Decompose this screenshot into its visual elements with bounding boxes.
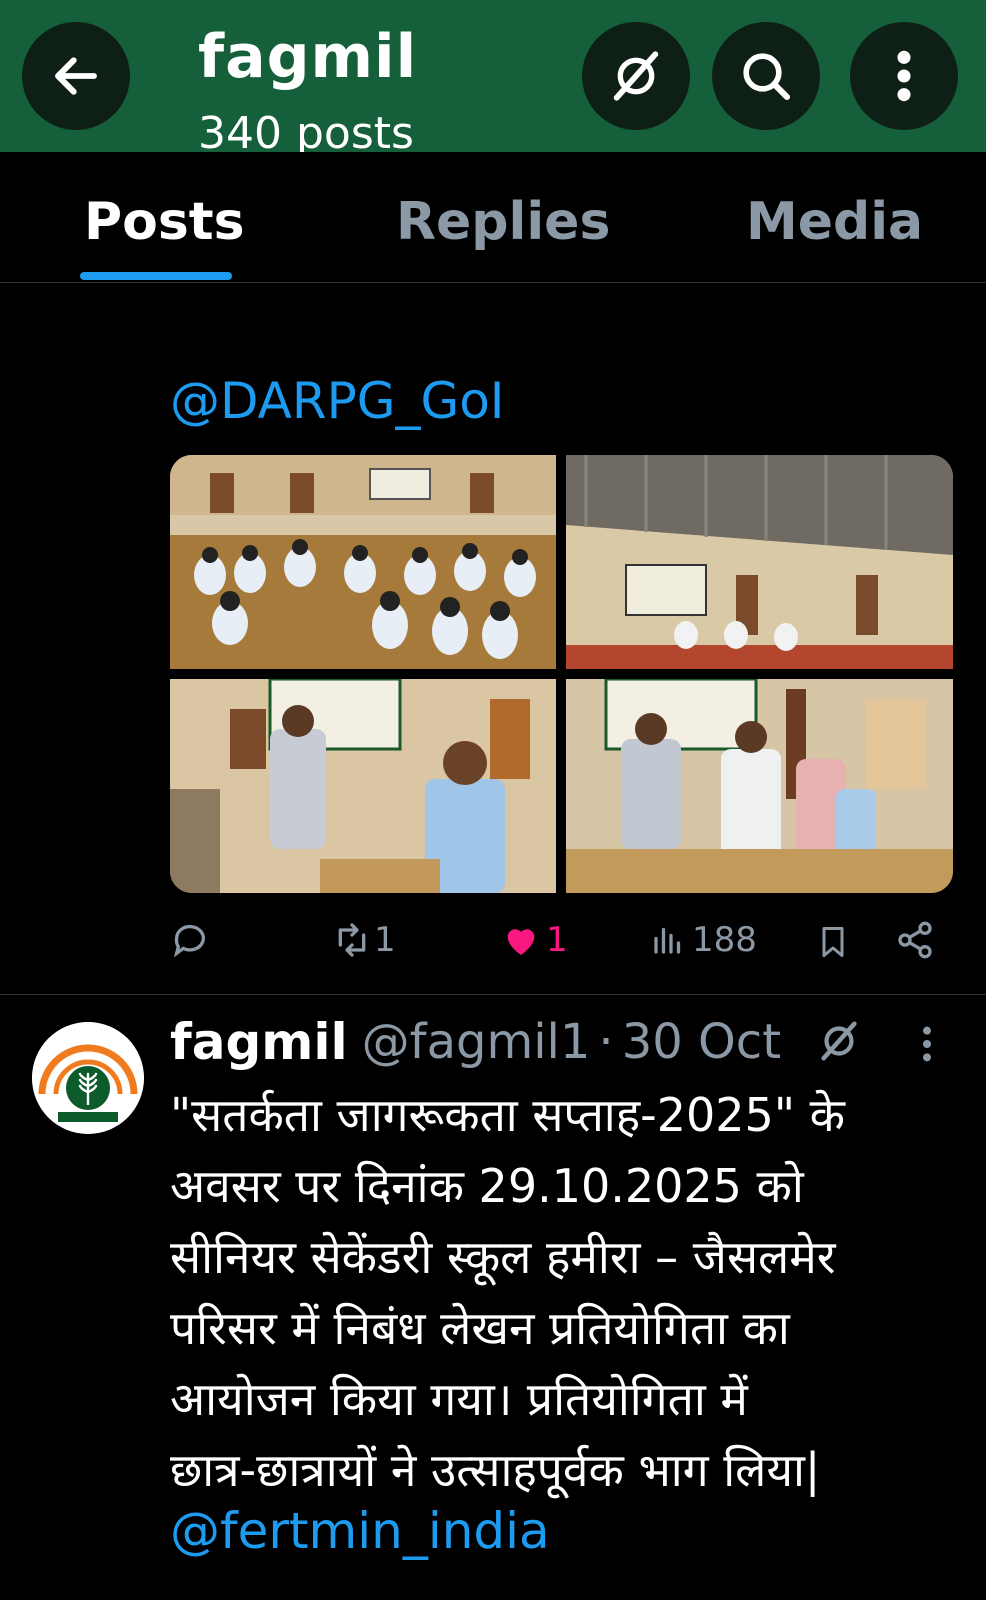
post-header: fagmil @fagmil1 · 30 Oct	[170, 1010, 781, 1074]
post-mention-link[interactable]: @fertmin_india	[170, 1502, 550, 1560]
post-more-button[interactable]	[920, 1024, 934, 1068]
back-button[interactable]	[22, 22, 130, 130]
active-tab-indicator	[80, 272, 232, 280]
more-options-button[interactable]	[850, 22, 958, 130]
tab-replies[interactable]: Replies	[396, 192, 610, 252]
more-vertical-icon	[923, 1026, 931, 1062]
bookmark-icon	[822, 927, 844, 957]
back-arrow-icon	[55, 57, 97, 95]
heart-icon	[507, 929, 535, 955]
share-button[interactable]	[895, 920, 935, 960]
tab-posts[interactable]: Posts	[84, 192, 245, 252]
views-icon	[654, 927, 681, 954]
grok-icon	[821, 1021, 857, 1061]
search-icon	[743, 53, 791, 101]
post-media-grid	[170, 455, 953, 893]
post-photo[interactable]	[170, 679, 556, 893]
avatar[interactable]	[32, 1022, 144, 1134]
post-count: 340 posts	[198, 108, 414, 153]
post-divider	[0, 994, 986, 995]
profile-header: fagmil 340 posts	[0, 0, 986, 152]
post-photo[interactable]	[566, 679, 953, 893]
fagmil-logo-icon	[32, 1022, 144, 1134]
grok-explain-button[interactable]	[816, 1018, 862, 1068]
grok-button[interactable]	[582, 22, 690, 130]
retweet-count: 1	[374, 920, 396, 960]
more-vertical-icon	[897, 50, 911, 102]
tab-media[interactable]: Media	[746, 192, 923, 252]
share-icon	[898, 921, 932, 959]
post-mention-link[interactable]: @DARPG_GoI	[170, 372, 505, 430]
like-button[interactable]: 1	[500, 920, 568, 960]
like-count: 1	[546, 920, 568, 960]
post-text: "सतर्कता जागरूकता सप्ताह-2025" के अवसर प…	[170, 1088, 845, 1497]
search-button[interactable]	[712, 22, 820, 130]
grok-icon	[613, 51, 659, 101]
bookmark-button[interactable]	[815, 920, 851, 964]
meta-separator: ·	[598, 1014, 614, 1070]
post-photo[interactable]	[566, 455, 953, 669]
post-timestamp[interactable]: 30 Oct	[622, 1014, 781, 1070]
retweet-button[interactable]: 1	[330, 920, 396, 960]
profile-tabs: Posts Replies Media	[0, 152, 986, 283]
view-count: 188	[692, 920, 757, 960]
author-handle[interactable]: @fagmil1	[362, 1014, 591, 1070]
post-actions: 1 1 188	[170, 920, 940, 980]
views-button[interactable]: 188	[650, 920, 757, 960]
profile-name: fagmil	[198, 22, 418, 92]
retweet-icon	[338, 923, 366, 957]
reply-icon	[173, 924, 205, 958]
post-photo[interactable]	[170, 455, 556, 669]
reply-button[interactable]	[170, 920, 210, 960]
author-name[interactable]: fagmil	[170, 1013, 348, 1071]
